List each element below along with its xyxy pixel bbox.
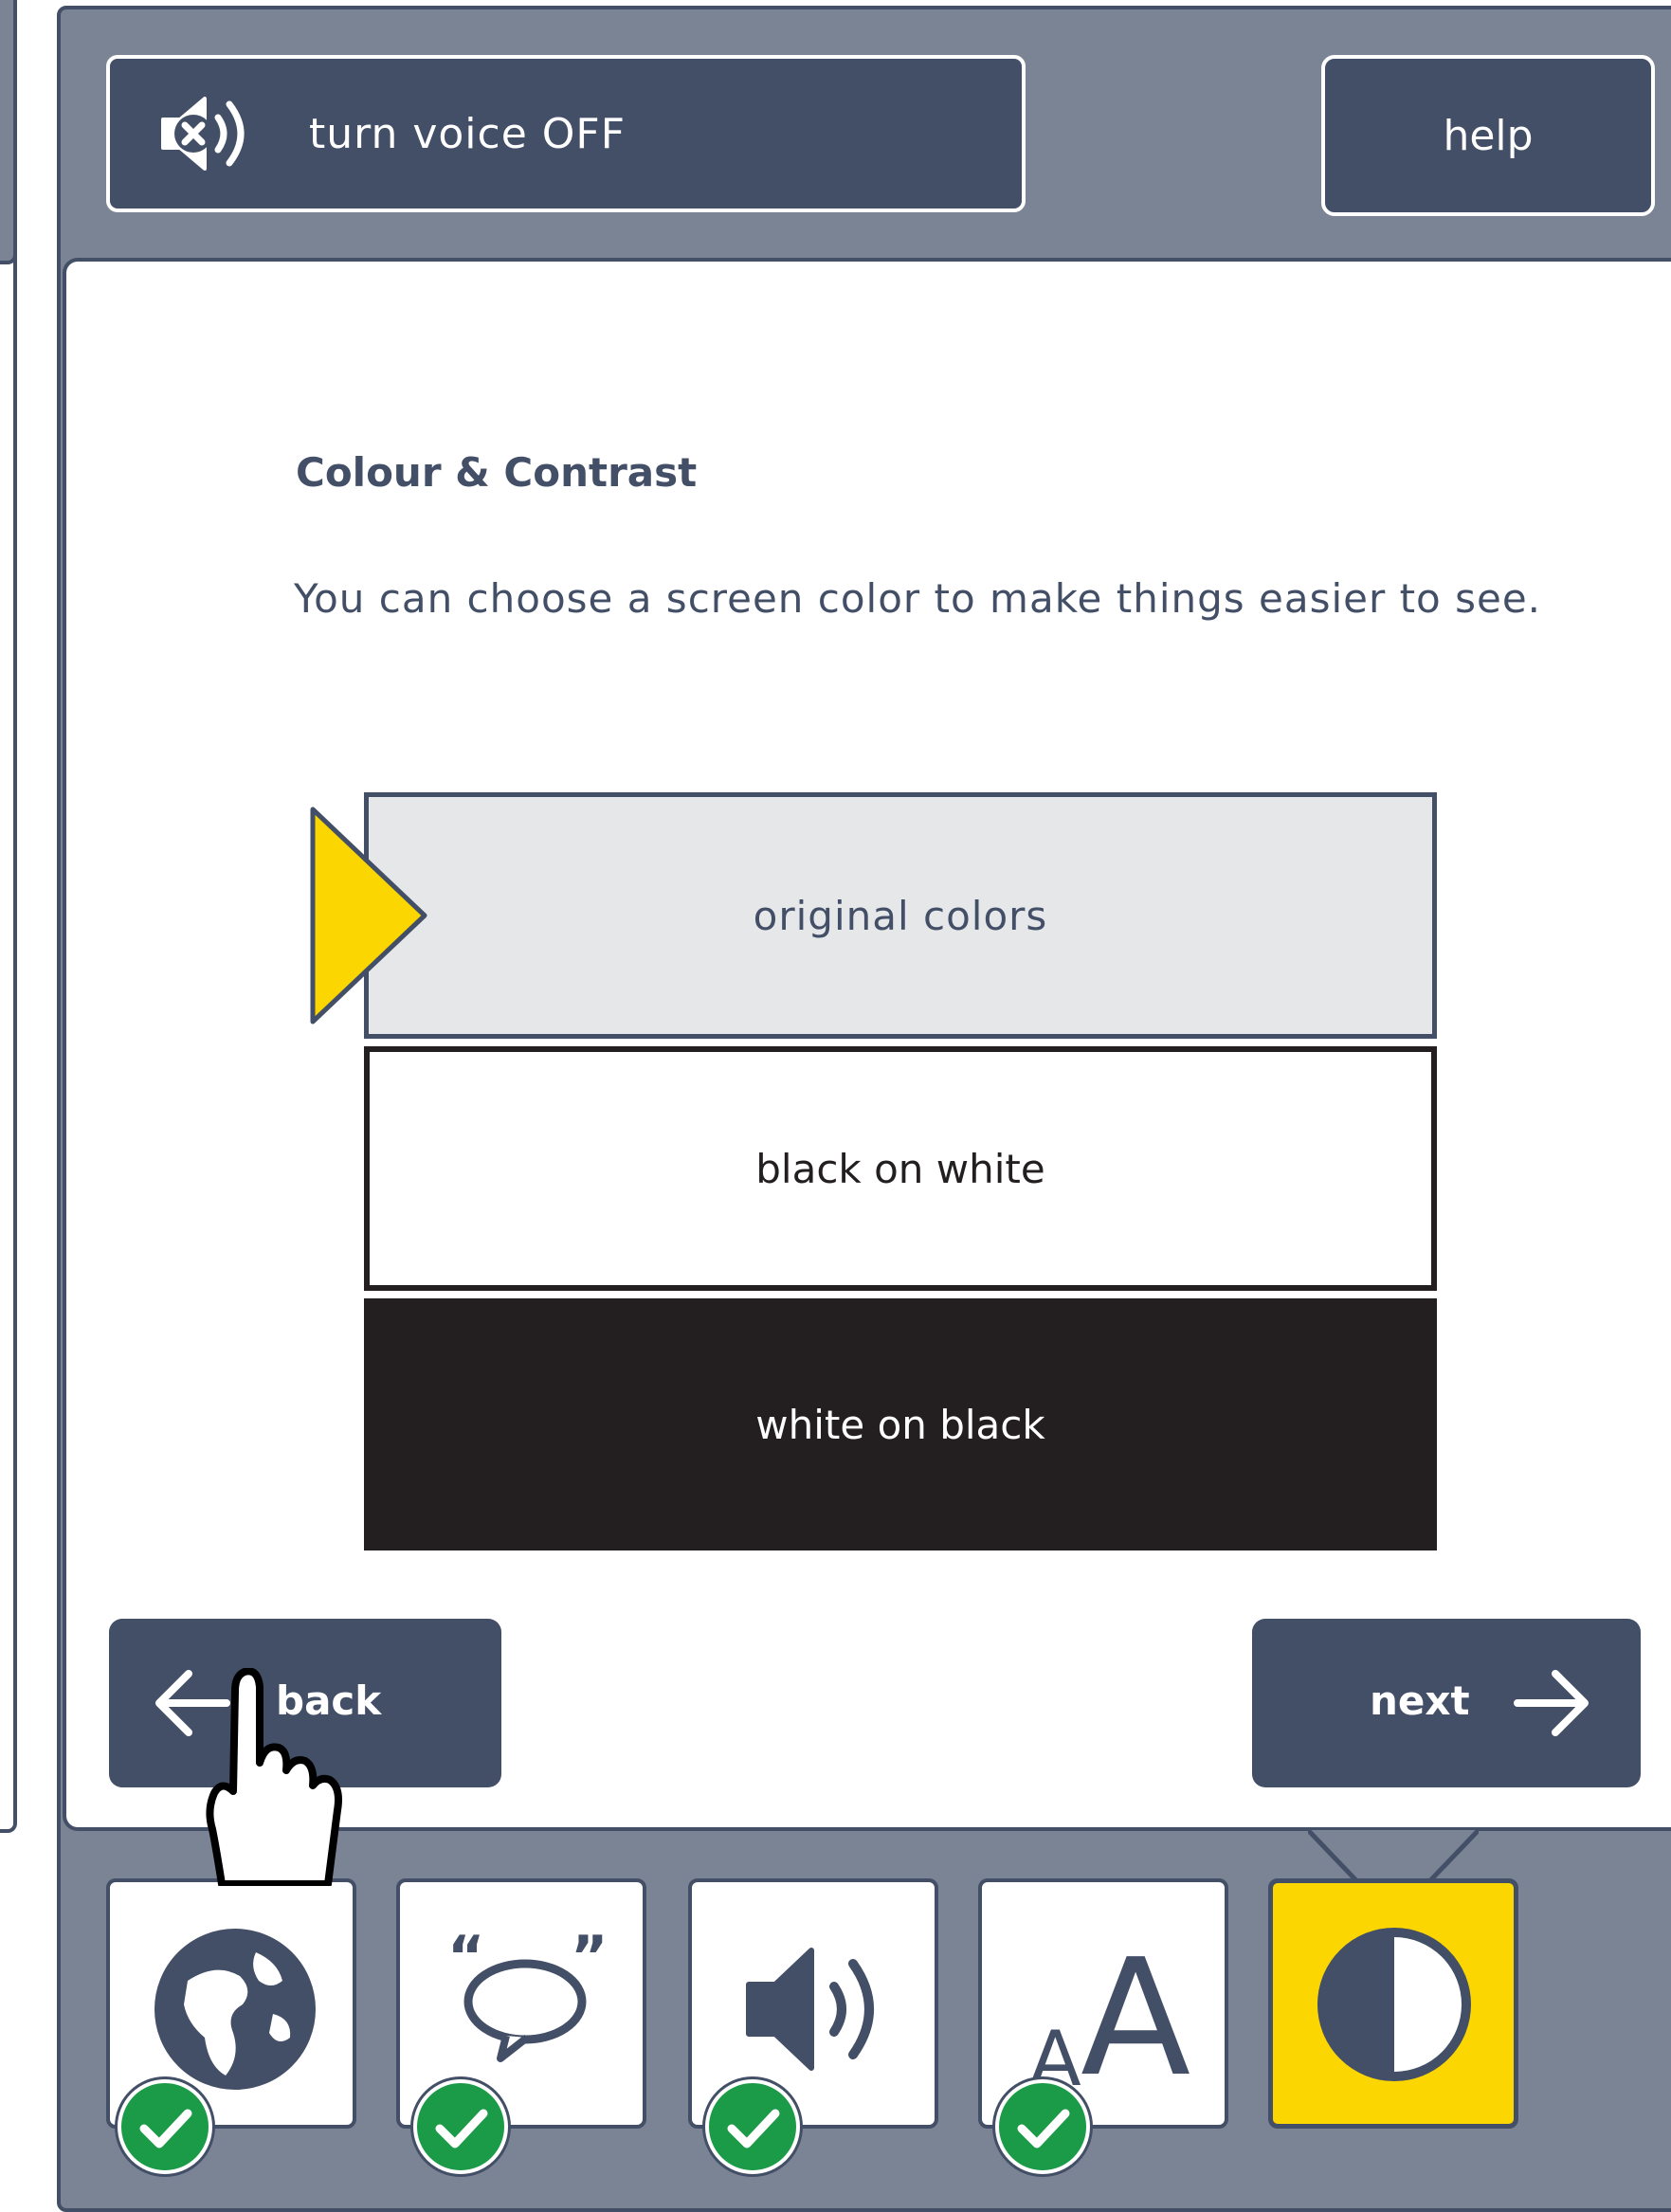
completed-check-icon — [413, 2079, 508, 2174]
completed-check-icon — [118, 2079, 212, 2174]
tab-colour-contrast[interactable] — [1268, 1878, 1518, 2129]
next-button[interactable]: next — [1252, 1619, 1641, 1787]
tab-text-size[interactable]: A A — [978, 1878, 1228, 2174]
contrast-icon — [1317, 1928, 1471, 2081]
option-label: original colors — [753, 892, 1048, 939]
svg-text:A: A — [1081, 1925, 1190, 2094]
tab-language[interactable] — [106, 1878, 356, 2174]
text-size-icon: A A — [1029, 1925, 1190, 2094]
next-button-label: next — [1370, 1677, 1470, 1724]
option-white-on-black[interactable]: white on black — [364, 1298, 1437, 1550]
option-original-colors[interactable]: original colors — [364, 792, 1437, 1039]
speech-bubble-icon: “ ” — [447, 1924, 608, 2062]
completed-check-icon — [995, 2079, 1090, 2174]
turn-voice-off-button[interactable]: turn voice OFF — [106, 55, 1026, 212]
speaker-muted-icon — [161, 97, 245, 171]
help-button[interactable]: help — [1321, 55, 1655, 216]
tab-speech[interactable]: “ ” — [396, 1878, 646, 2174]
globe-icon — [154, 1929, 316, 2090]
arrow-right-icon — [1514, 1670, 1589, 1736]
selection-pointer-icon — [310, 807, 427, 1024]
tab-audio[interactable] — [688, 1878, 938, 2174]
previous-panel-header-edge — [0, 0, 17, 264]
option-label: white on black — [755, 1401, 1045, 1448]
previous-panel-edge — [0, 0, 17, 1833]
option-black-on-white[interactable]: black on white — [364, 1046, 1437, 1291]
option-label: black on white — [755, 1145, 1045, 1192]
completed-check-icon — [705, 2079, 800, 2174]
page-title: Colour & Contrast — [296, 449, 698, 496]
hand-pointer-icon — [206, 1668, 342, 1886]
speaker-icon — [746, 1948, 874, 2071]
voice-button-label: turn voice OFF — [309, 109, 627, 158]
page-description: You can choose a screen color to make th… — [294, 575, 1542, 622]
